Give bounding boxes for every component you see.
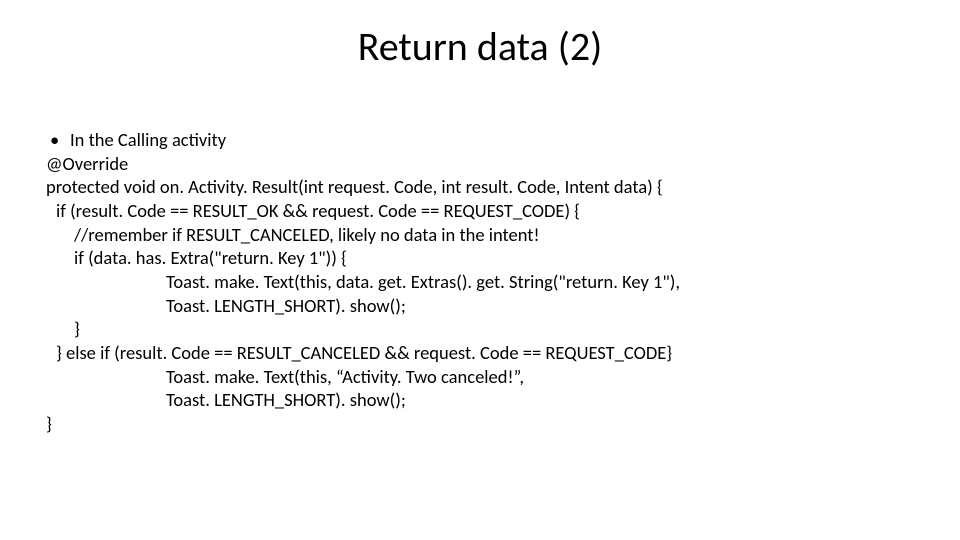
slide: Return data (2) • In the Calling activit… [0,0,960,540]
code-line: Toast. LENGTH_SHORT). show(); [46,388,914,412]
code-line: } [46,412,914,436]
code-line: } [46,317,914,341]
code-line: Toast. make. Text(this, “Activity. Two c… [46,365,914,389]
code-line: @Override [46,152,914,176]
code-line: //remember if RESULT_CANCELED, likely no… [46,223,914,247]
code-line: if (data. has. Extra("return. Key 1")) { [46,246,914,270]
code-line: Toast. LENGTH_SHORT). show(); [46,294,914,318]
bullet-dot-icon: • [46,128,70,152]
bullet-text: In the Calling activity [70,128,226,152]
code-line: Toast. make. Text(this, data. get. Extra… [46,270,914,294]
code-line: if (result. Code == RESULT_OK && request… [46,199,914,223]
bullet-item: • In the Calling activity [46,128,914,152]
slide-title: Return data (2) [0,22,960,71]
slide-body: • In the Calling activity @Override prot… [46,128,914,436]
code-line: } else if (result. Code == RESULT_CANCEL… [46,341,914,365]
code-line: protected void on. Activity. Result(int … [46,175,914,199]
